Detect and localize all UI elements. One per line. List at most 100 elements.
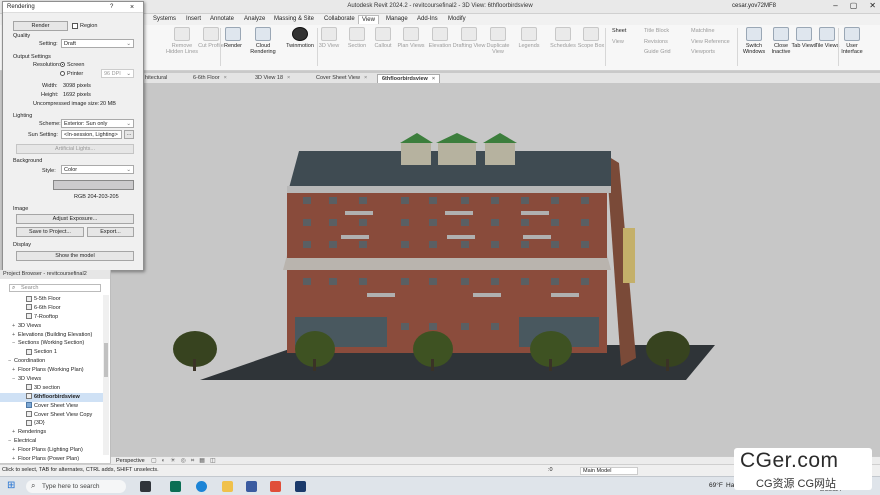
task-view-icon[interactable] (140, 481, 151, 492)
weather-temp[interactable]: 69°F (709, 482, 723, 489)
view-tab[interactable]: Cover Sheet View × (312, 74, 371, 83)
show-model-button[interactable]: Show the model (16, 251, 134, 261)
active-model-field[interactable]: Main Model (580, 467, 638, 475)
scope-box-button[interactable]: Scope Box (574, 27, 608, 49)
tree-item[interactable]: − Electrical (0, 437, 104, 446)
tree-item[interactable]: + Floor Plans (Lighting Plan) (0, 446, 104, 455)
tree-item[interactable]: Cover Sheet View (0, 402, 104, 411)
scrollbar[interactable] (103, 295, 109, 455)
view-tab[interactable]: 3D View 18 × (251, 74, 294, 83)
sun-setting-field[interactable]: <In-session, Lighting> (61, 130, 122, 139)
close-icon[interactable]: ✕ (869, 1, 876, 10)
title-block-button[interactable]: Title Block (644, 28, 669, 34)
view-tab-label: 6thfloorbirdsview (382, 76, 428, 82)
background-style-dropdown[interactable]: Color ⌄ (61, 165, 134, 174)
close-icon[interactable]: × (432, 76, 435, 82)
scrollbar-thumb[interactable] (104, 343, 108, 377)
view-button[interactable]: View (612, 39, 624, 45)
render-button[interactable]: Render (13, 21, 68, 31)
duplicate-view-button[interactable]: Duplicate View (481, 27, 515, 55)
user-interface-button[interactable]: User Interface (835, 27, 869, 55)
view-tab[interactable]: 6-6th Floor × (189, 74, 231, 83)
status-zero: :0 (548, 467, 553, 473)
tree-item[interactable]: − Coordination (0, 357, 104, 366)
tab-analyze[interactable]: Analyze (241, 15, 268, 24)
windows-start-icon[interactable]: ⊞ (7, 480, 15, 491)
export-button[interactable]: Export... (87, 227, 134, 237)
watermark-logo: CGer.com (740, 449, 839, 472)
tab-collaborate[interactable]: Collaborate (321, 15, 358, 24)
artificial-lights-button[interactable]: Artificial Lights... (16, 144, 134, 154)
dpi-dropdown[interactable]: 96 DPI ⌄ (101, 69, 134, 78)
minimize-icon[interactable]: – (833, 1, 837, 10)
tree-item[interactable]: 6thfloorbirdsview (0, 392, 104, 402)
tree-item[interactable]: 3D section (0, 384, 104, 393)
tab-annotate[interactable]: Annotate (207, 15, 237, 24)
save-to-project-button[interactable]: Save to Project... (16, 227, 84, 237)
app-icon[interactable] (270, 481, 281, 492)
elevation-icon (432, 27, 448, 41)
help-icon[interactable]: ? (110, 2, 113, 13)
region-checkbox[interactable] (72, 23, 78, 29)
tree-item[interactable]: Section 1 (0, 348, 104, 357)
tree-item[interactable]: + Renderings (0, 428, 104, 437)
tree-item[interactable]: +3D Views (0, 322, 104, 331)
tree-item[interactable]: {3D} (0, 419, 104, 428)
search-icon: ⌕ (31, 481, 36, 490)
maximize-icon[interactable]: ▢ (850, 1, 858, 10)
view-tab[interactable]: hitectural (141, 74, 171, 83)
background-color-swatch[interactable] (53, 180, 134, 190)
file-explorer-icon[interactable] (222, 481, 233, 492)
guide-grid-button[interactable]: Guide Grid (644, 49, 671, 55)
rooftop-unit (401, 143, 431, 165)
printer-label: Printer (67, 71, 84, 77)
mail-icon[interactable] (246, 481, 257, 492)
adjust-exposure-button[interactable]: Adjust Exposure... (16, 214, 134, 224)
viewports-button[interactable]: Viewports (691, 49, 715, 55)
cloud-rendering-button[interactable]: Cloud Rendering (246, 27, 280, 55)
sheet-button[interactable]: Sheet (612, 28, 626, 34)
search-input[interactable]: Search (9, 284, 101, 292)
view-reference-button[interactable]: View Reference (691, 39, 730, 45)
tree-item[interactable]: + Floor Plans (Working Plan) (0, 366, 104, 375)
building-render (173, 133, 715, 380)
close-icon[interactable]: × (130, 2, 134, 13)
tab-modify[interactable]: Modify (445, 15, 469, 24)
taskbar-search-input[interactable]: Type here to search (26, 480, 126, 493)
teapot-icon (225, 27, 241, 41)
quality-setting-dropdown[interactable]: Draft ⌄ (61, 39, 134, 48)
tree-item[interactable]: −3D Views (0, 375, 104, 384)
tree-item[interactable]: Cover Sheet View Copy (0, 411, 104, 420)
tree-item[interactable]: + Elevations (Building Elevation) (0, 331, 104, 340)
project-tree: 5-5th Floor 6-6th Floor 7-Rooftop +3D Views… (0, 295, 104, 464)
close-icon[interactable]: × (364, 75, 367, 81)
tree-item[interactable]: 6-6th Floor (0, 304, 104, 313)
lighting-section: Lighting (13, 113, 33, 119)
user-account[interactable]: cesar.yov72MF8 (732, 3, 776, 9)
app-icon[interactable] (170, 481, 181, 492)
tab-manage[interactable]: Manage (383, 15, 411, 24)
legends-button[interactable]: Legends (512, 27, 546, 49)
close-icon[interactable]: × (224, 75, 227, 81)
render-button[interactable]: Render (216, 27, 250, 49)
close-icon[interactable]: × (287, 75, 290, 81)
view-tab-active[interactable]: 6thfloorbirdsview × (377, 74, 441, 83)
sun-setting-more-button[interactable]: ... (124, 130, 134, 139)
tab-insert[interactable]: Insert (183, 15, 204, 24)
3d-viewport[interactable] (111, 83, 880, 456)
edge-icon[interactable] (196, 481, 207, 492)
matchline-button[interactable]: Matchline (691, 28, 715, 34)
scheme-dropdown[interactable]: Exterior: Sun only ⌄ (61, 119, 134, 128)
tree-item[interactable]: − Sections (Working Section) (0, 339, 104, 348)
tab-add-ins[interactable]: Add-Ins (414, 15, 441, 24)
revit-icon[interactable] (295, 481, 306, 492)
tab-systems[interactable]: Systems (150, 15, 179, 24)
revisions-button[interactable]: Revisions (644, 39, 668, 45)
tree-item[interactable]: + Floor Plans (Power Plan) (0, 455, 104, 464)
screen-radio[interactable] (60, 62, 65, 67)
tree-item[interactable]: 5-5th Floor (0, 295, 104, 304)
tab-view[interactable]: View (358, 15, 379, 24)
tab-massing-site[interactable]: Massing & Site (271, 15, 317, 24)
tree-item[interactable]: 7-Rooftop (0, 313, 104, 322)
printer-radio[interactable] (60, 71, 65, 76)
